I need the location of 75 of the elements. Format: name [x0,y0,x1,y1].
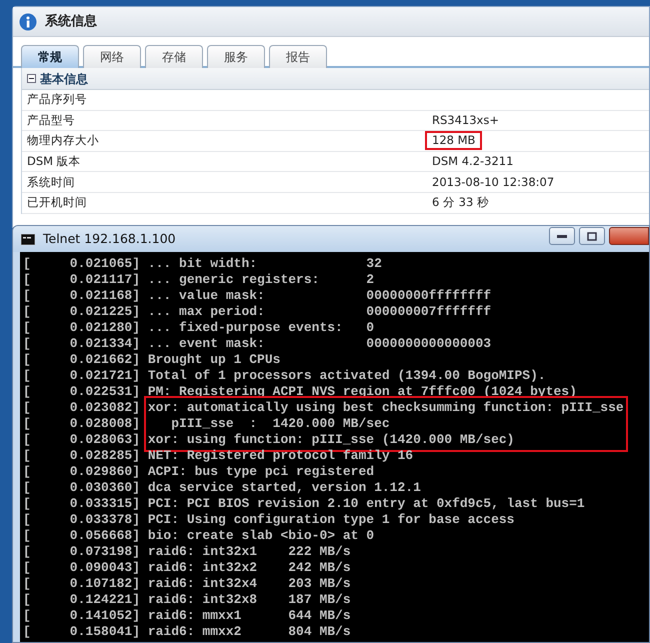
timestamp: [ 0.090043] [23,560,142,576]
timestamp: [ 0.021065] [23,256,142,272]
log-message: ... max period: 000000007fffffff [148,304,492,320]
field-label: 已开机时间 [27,194,88,212]
timestamp: [ 0.021168] [23,288,142,304]
log-message: PCI: Using configuration type 1 for base access [148,512,516,528]
field-value: RS3413xs+ [431,112,500,129]
log-message: ... bit width: 32 [148,256,383,272]
timestamp: [ 0.021280] [23,320,142,336]
maximize-icon [587,232,597,240]
log-message: ... generic registers: 2 [148,272,376,288]
minimize-button[interactable] [549,227,575,245]
timestamp: [ 0.028008] [23,416,142,432]
field-label: 系统时间 [27,174,76,191]
minimize-icon [557,234,567,238]
timestamp: [ 0.028285] [23,448,142,464]
log-message: ... fixed-purpose events: 0 [148,320,376,336]
maximize-button[interactable] [579,227,605,245]
timestamp: [ 0.028063] [23,432,142,448]
log-message: ACPI: bus type pci registered [148,464,376,480]
timestamp: [ 0.030360] [23,480,142,496]
timestamp: [ 0.073198] [23,544,142,560]
log-message: NET: Registered protocol family 16 [148,448,414,464]
timestamp: [ 0.021225] [23,304,142,320]
window-title: 系统信息 [45,12,97,31]
log-message: xor: using function: pIII_sse (1420.000 MB/sec) [148,432,516,448]
timestamp: [ 0.107182] [23,576,142,592]
timestamp: [ 0.021334] [23,336,142,352]
timestamp: [ 0.029860] [23,464,142,480]
log-message: PCI: PCI BIOS revision 2.10 entry at 0xfd9c5, last bus=1 [148,496,585,512]
log-message: PM: Registering ACPI NVS region at 7fffc00 (1024 bytes) [148,384,577,400]
tab[interactable]: 报告 [269,45,327,68]
timestamp: [ 0.158041] [23,624,142,640]
log-message: Brought up 1 CPUs [148,352,282,368]
console-icon [21,234,35,244]
log-message: raid6: int32x4 203 MB/s [148,576,352,592]
log-message: raid6: int32x8 187 MB/s [148,592,352,608]
field-label: DSM 版本 [27,152,82,170]
field-label: 产品序列号 [27,91,88,108]
timestamp: [ 0.022531] [23,384,142,400]
close-button[interactable] [609,227,649,245]
log-message: raid6: mmxx2 804 MB/s [148,624,352,640]
section-title: 基本信息 [40,70,88,88]
timestamp: [ 0.033378] [23,512,142,528]
log-message: bio: create slab <bio-0> at 0 [148,528,376,544]
log-message: pIII_sse : 1420.000 MB/sec [170,416,391,432]
field-label: 产品型号 [27,112,76,129]
tab[interactable]: 存储 [145,45,203,68]
log-message: ... event mask: 0000000000000003 [148,336,492,352]
timestamp: [ 0.033315] [23,496,142,512]
log-message: raid6: int32x1 222 MB/s [148,544,352,560]
timestamp: [ 0.021117] [23,272,142,288]
tab[interactable]: 服务 [207,45,265,68]
field-value: DSM 4.2-3211 [431,153,514,170]
tab[interactable]: 网络 [83,45,141,68]
tab[interactable]: 常规 [21,45,79,68]
timestamp: [ 0.124221] [23,592,142,608]
collapse-icon[interactable] [27,74,36,83]
log-message: xor: automatically using best checksumming function: pIII_sse [148,400,624,416]
log-message: raid6: mmxx1 644 MB/s [148,608,352,624]
timestamp: [ 0.056668] [23,528,142,544]
timestamp: [ 0.141052] [23,608,142,624]
log-message: ... value mask: 00000000ffffffff [148,288,492,304]
field-value: 6 分 33 秒 [431,194,490,212]
timestamp: [ 0.023082] [23,400,142,416]
field-value: 2013-08-10 12:38:07 [431,174,556,191]
timestamp: [ 0.021721] [23,368,142,384]
field-value: 128 MB [425,131,482,150]
info-icon [19,12,37,30]
log-message: raid6: int32x2 242 MB/s [148,560,352,576]
window-title: Telnet 192.168.1.100 [43,230,176,248]
log-message: dca service started, version 1.12.1 [148,480,422,496]
field-label: 物理内存大小 [27,132,100,150]
log-message: Total of 1 processors activated (1394.00 BogoMIPS). [148,368,547,384]
timestamp: [ 0.021662] [23,352,142,368]
